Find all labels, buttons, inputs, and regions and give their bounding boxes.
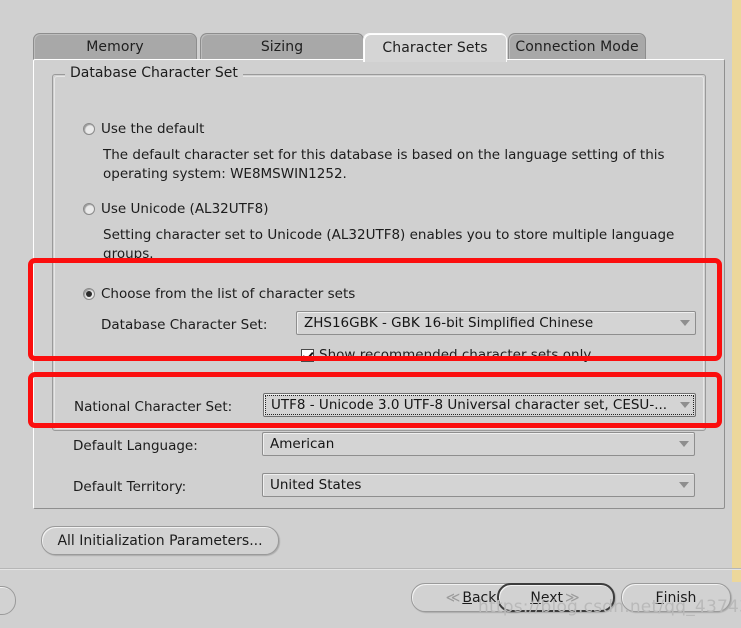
chevron-down-icon[interactable] <box>676 474 692 496</box>
use-the-default-description: The default character set for this datab… <box>103 147 665 182</box>
tab-character-sets[interactable]: Character Sets <box>363 33 507 62</box>
tab-character-sets-label: Character Sets <box>382 40 488 56</box>
use-unicode-description: Setting character set to Unicode (AL32UT… <box>103 227 675 262</box>
help-button[interactable] <box>0 586 16 615</box>
default-territory-label: Default Territory: <box>73 479 187 495</box>
tab-sizing-label: Sizing <box>260 39 304 55</box>
national-character-set-value: UTF8 - Unicode 3.0 UTF-8 Universal chara… <box>271 397 668 413</box>
all-initialization-parameters-button[interactable]: All Initialization Parameters... <box>41 526 279 555</box>
show-recommended-checkbox-row[interactable]: Show recommended character sets only <box>301 347 591 363</box>
national-character-set-label: National Character Set: <box>74 399 233 415</box>
database-character-set-label: Database Character Set: <box>101 317 268 333</box>
radio-use-the-default-indicator <box>83 123 95 135</box>
default-language-value: American <box>270 436 335 452</box>
radio-choose-from-list-label: Choose from the list of character sets <box>101 286 356 302</box>
tab-memory[interactable]: Memory <box>33 33 197 60</box>
database-character-set-combo[interactable]: ZHS16GBK - GBK 16-bit Simplified Chinese <box>296 311 696 335</box>
tab-memory-label: Memory <box>86 39 144 55</box>
chevron-left-icon: ≪ <box>445 589 461 606</box>
dialog-window: Memory Sizing Connection Mode Character … <box>0 0 741 628</box>
group-title: Database Character Set <box>65 65 243 81</box>
show-recommended-checkbox[interactable] <box>301 348 314 362</box>
show-recommended-label: Show recommended character sets only <box>319 347 592 363</box>
default-territory-value: United States <box>270 477 362 493</box>
right-edge-strip <box>732 0 741 582</box>
default-language-combo[interactable]: American <box>262 432 695 456</box>
chevron-down-icon[interactable] <box>677 312 693 334</box>
character-sets-panel: Database Character Set Use the default T… <box>33 59 725 509</box>
all-initialization-parameters-label: All Initialization Parameters... <box>57 532 263 549</box>
bottom-separator <box>0 568 741 569</box>
radio-use-unicode[interactable]: Use Unicode (AL32UTF8) <box>83 201 269 217</box>
database-character-set-group: Database Character Set Use the default T… <box>52 65 706 431</box>
radio-choose-from-list-indicator <box>83 288 95 300</box>
chevron-down-icon[interactable] <box>676 433 692 455</box>
national-character-set-combo[interactable]: UTF8 - Unicode 3.0 UTF-8 Universal chara… <box>263 393 696 417</box>
tab-connection-mode[interactable]: Connection Mode <box>508 33 646 60</box>
default-territory-combo[interactable]: United States <box>262 473 695 497</box>
default-language-label: Default Language: <box>73 438 198 454</box>
radio-choose-from-list[interactable]: Choose from the list of character sets <box>83 286 355 302</box>
radio-use-unicode-indicator <box>83 203 95 215</box>
database-character-set-value: ZHS16GBK - GBK 16-bit Simplified Chinese <box>304 315 594 331</box>
chevron-down-icon[interactable] <box>677 394 693 416</box>
back-button-mnemonic: B <box>462 589 472 606</box>
tab-connection-mode-label: Connection Mode <box>515 39 639 55</box>
tab-sizing[interactable]: Sizing <box>200 33 364 60</box>
watermark: https://blog.csdn.net/qq_43743143 <box>478 597 741 617</box>
radio-use-unicode-label: Use Unicode (AL32UTF8) <box>101 201 269 217</box>
radio-use-the-default-label: Use the default <box>101 121 205 137</box>
radio-use-the-default[interactable]: Use the default <box>83 121 204 137</box>
